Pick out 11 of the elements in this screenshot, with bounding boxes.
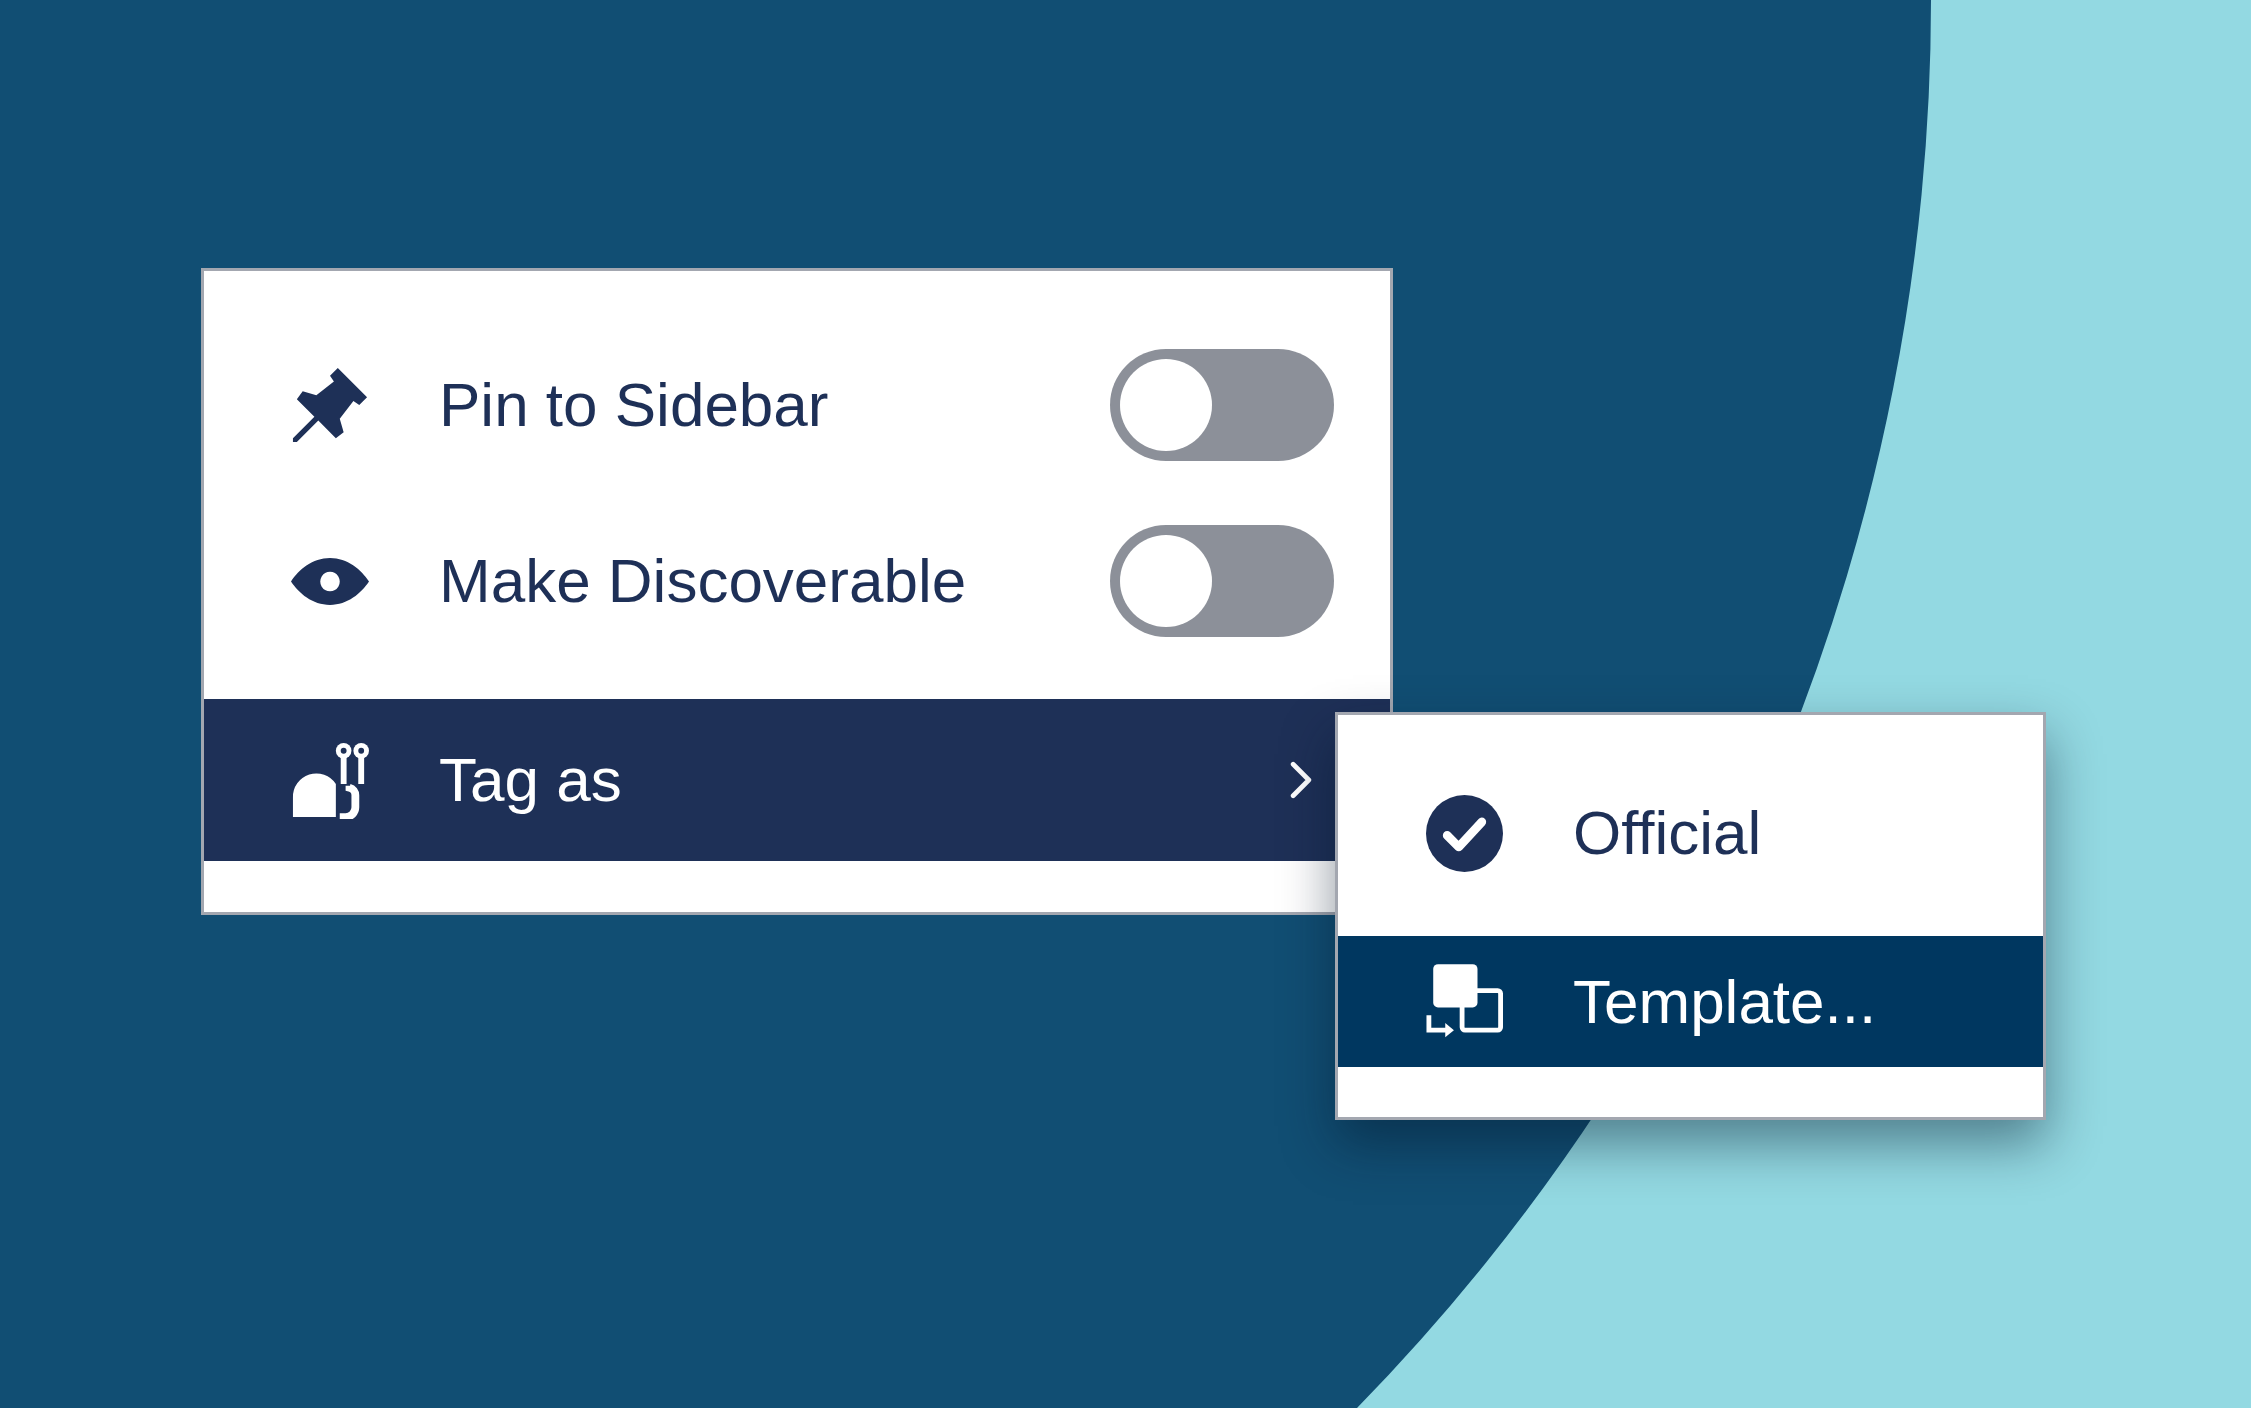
chevron-right-icon: [1290, 761, 1312, 799]
menu-item[interactable]: Tag as: [204, 699, 1390, 861]
menu-item-label: Pin to Sidebar: [439, 374, 829, 436]
eye-icon: [291, 557, 369, 605]
checkmark-circle-icon: [1426, 794, 1503, 872]
menu-item-label: Make Discoverable: [439, 550, 967, 612]
snail-icon: [291, 741, 369, 819]
copy-squares-icon: [1426, 964, 1503, 1039]
submenu-item[interactable]: Template...: [1338, 936, 2043, 1067]
pushpin-icon: [291, 366, 369, 444]
submenu-item[interactable]: Official: [1338, 730, 2043, 936]
